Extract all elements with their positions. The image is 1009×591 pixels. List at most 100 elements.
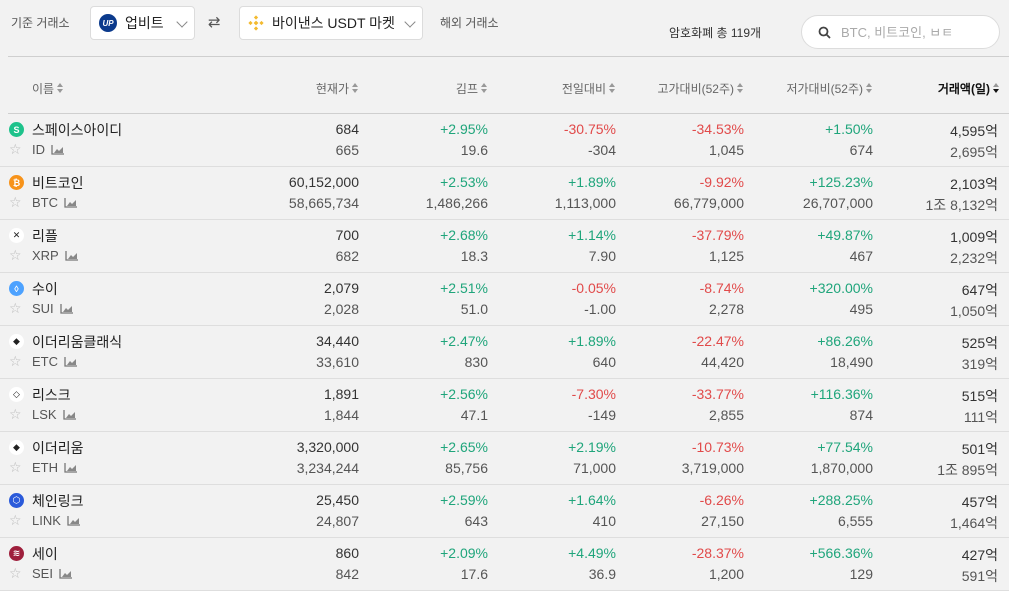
change-percent: +1.14% — [568, 227, 616, 243]
table-row[interactable]: ◊ 수이 ☆ SUI 2,079 2,028 +2.51% 51.0 -0.05% -1.00 -8… — [0, 273, 1009, 326]
high52-price: 44,420 — [701, 354, 744, 370]
high52-percent: -34.53% — [691, 121, 744, 137]
col-low52-header[interactable]: 저가대비(52주) — [786, 80, 873, 97]
coin-name[interactable]: 이더리움 — [32, 438, 84, 458]
change-percent: +4.49% — [568, 545, 616, 561]
high52-percent: -10.73% — [691, 439, 744, 455]
star-icon[interactable]: ☆ — [9, 512, 22, 528]
change-amount: -1.00 — [584, 301, 616, 317]
col-volume-header[interactable]: 거래액(일) — [938, 80, 1000, 97]
low52-price: 1,870,000 — [810, 460, 873, 476]
change-amount: 36.9 — [588, 566, 616, 582]
sei-icon: ≋ — [9, 546, 24, 561]
change-percent: -0.05% — [571, 280, 616, 296]
coin-symbol-text: ETH — [32, 460, 58, 475]
table-row[interactable]: ✕ 리플 ☆ XRP 700 682 +2.68% 18.3 +1.14% 7.90 -37.79%… — [0, 220, 1009, 273]
price-usdt-krw: 58,665,734 — [288, 195, 359, 211]
coin-symbol: LINK — [32, 513, 81, 528]
kimp-percent: +2.56% — [440, 386, 488, 402]
price-krw: 3,320,000 — [296, 439, 359, 455]
foreign-exchange-select[interactable]: 바이낸스 USDT 마켓 — [239, 6, 423, 40]
change-percent: +1.89% — [568, 174, 616, 190]
volume-foreign: 1조 8,132억 — [925, 197, 998, 213]
kimp-percent: +2.68% — [440, 227, 488, 243]
high52-price: 2,855 — [708, 407, 744, 423]
star-icon[interactable]: ☆ — [9, 406, 22, 422]
star-icon[interactable]: ☆ — [9, 459, 22, 475]
star-icon[interactable]: ☆ — [9, 353, 22, 369]
col-high52-header[interactable]: 고가대비(52주) — [657, 80, 744, 97]
chart-icon[interactable] — [59, 568, 73, 579]
divider — [8, 56, 1009, 57]
coin-name[interactable]: 수이 — [32, 279, 58, 299]
search-box[interactable] — [801, 15, 1000, 49]
table-row[interactable]: S 스페이스아이디 ☆ ID 684 665 +2.95% 19.6 -30.75% -304 -3… — [0, 114, 1009, 167]
price-usdt-krw: 682 — [335, 248, 359, 264]
star-icon[interactable]: ☆ — [9, 300, 22, 316]
chart-icon[interactable] — [60, 303, 74, 314]
table-row[interactable]: ₿ 비트코인 ☆ BTC 60,152,000 58,665,734 +2.53% 1,486… — [0, 167, 1009, 220]
price-krw: 1,891 — [323, 386, 359, 402]
table-row[interactable]: ≋ 세이 ☆ SEI 860 842 +2.09% 17.6 +4.49% 36.9 -28.37%… — [0, 538, 1009, 591]
change-percent: +1.89% — [568, 333, 616, 349]
change-amount: 1,113,000 — [554, 195, 616, 211]
table-row[interactable]: ⬡ 체인링크 ☆ LINK 25,450 24,807 +2.59% 643 +1.64% 410… — [0, 485, 1009, 538]
search-input[interactable] — [841, 24, 991, 40]
high52-percent: -9.92% — [699, 174, 744, 190]
kimp-percent: +2.59% — [440, 492, 488, 508]
sort-icon — [866, 83, 873, 94]
kimp-diff: 47.1 — [460, 407, 488, 423]
star-icon[interactable]: ☆ — [9, 565, 22, 581]
price-usdt-krw: 1,844 — [323, 407, 359, 423]
star-icon[interactable]: ☆ — [9, 141, 22, 157]
price-usdt-krw: 665 — [335, 142, 359, 158]
low52-price: 495 — [849, 301, 873, 317]
coin-name[interactable]: 리플 — [32, 226, 58, 246]
high52-price: 27,150 — [701, 513, 744, 529]
change-amount: 410 — [592, 513, 616, 529]
table-row[interactable]: ◆ 이더리움클래식 ☆ ETC 34,440 33,610 +2.47% 830 +1.89% 6… — [0, 326, 1009, 379]
coin-name[interactable]: 리스크 — [32, 385, 71, 405]
col-name-header[interactable]: 이름 — [32, 80, 64, 97]
table-row[interactable]: ◆ 이더리움 ☆ ETH 3,320,000 3,234,244 +2.65% 85,756 +… — [0, 432, 1009, 485]
volume-foreign: 591억 — [961, 568, 998, 584]
chart-icon[interactable] — [62, 409, 77, 420]
chart-icon[interactable] — [67, 515, 81, 526]
low52-percent: +1.50% — [825, 121, 873, 137]
sort-icon — [352, 83, 359, 94]
chart-icon[interactable] — [51, 144, 65, 155]
swap-exchange-icon[interactable]: ⇄ — [208, 13, 221, 31]
volume-foreign: 1조 895억 — [937, 462, 998, 478]
coin-name[interactable]: 스페이스아이디 — [32, 120, 122, 140]
base-exchange-select[interactable]: UP 업비트 — [90, 6, 195, 40]
sui-icon: ◊ — [9, 281, 24, 296]
kimp-percent: +2.53% — [440, 174, 488, 190]
coin-name[interactable]: 이더리움클래식 — [32, 332, 122, 352]
high52-percent: -8.74% — [699, 280, 744, 296]
space-id-icon: S — [9, 122, 24, 137]
kimp-percent: +2.47% — [440, 333, 488, 349]
table-row[interactable]: ◇ 리스크 ☆ LSK 1,891 1,844 +2.56% 47.1 -7.30% -149 -3… — [0, 379, 1009, 432]
coin-name[interactable]: 체인링크 — [32, 491, 84, 511]
change-amount: 7.90 — [588, 248, 616, 264]
star-icon[interactable]: ☆ — [9, 194, 22, 210]
sort-icon — [737, 83, 744, 94]
star-icon[interactable]: ☆ — [9, 247, 22, 263]
chart-icon[interactable] — [64, 462, 78, 473]
coin-name[interactable]: 비트코인 — [32, 173, 84, 193]
chart-icon[interactable] — [65, 250, 79, 261]
chart-icon[interactable] — [64, 356, 78, 367]
change-percent: +2.19% — [568, 439, 616, 455]
col-price-header[interactable]: 현재가 — [316, 80, 359, 97]
base-exchange-label: 기준 거래소 — [11, 16, 70, 30]
volume-domestic: 457억 — [961, 494, 998, 510]
col-change-header[interactable]: 전일대비 — [562, 80, 616, 97]
change-percent: +1.64% — [568, 492, 616, 508]
price-krw: 684 — [335, 121, 359, 137]
upbit-logo-icon: UP — [99, 14, 117, 32]
chart-icon[interactable] — [64, 197, 78, 208]
col-kimp-header[interactable]: 김프 — [456, 80, 488, 97]
volume-foreign: 111억 — [963, 409, 998, 425]
high52-price: 3,719,000 — [681, 460, 744, 476]
coin-name[interactable]: 세이 — [32, 544, 58, 564]
